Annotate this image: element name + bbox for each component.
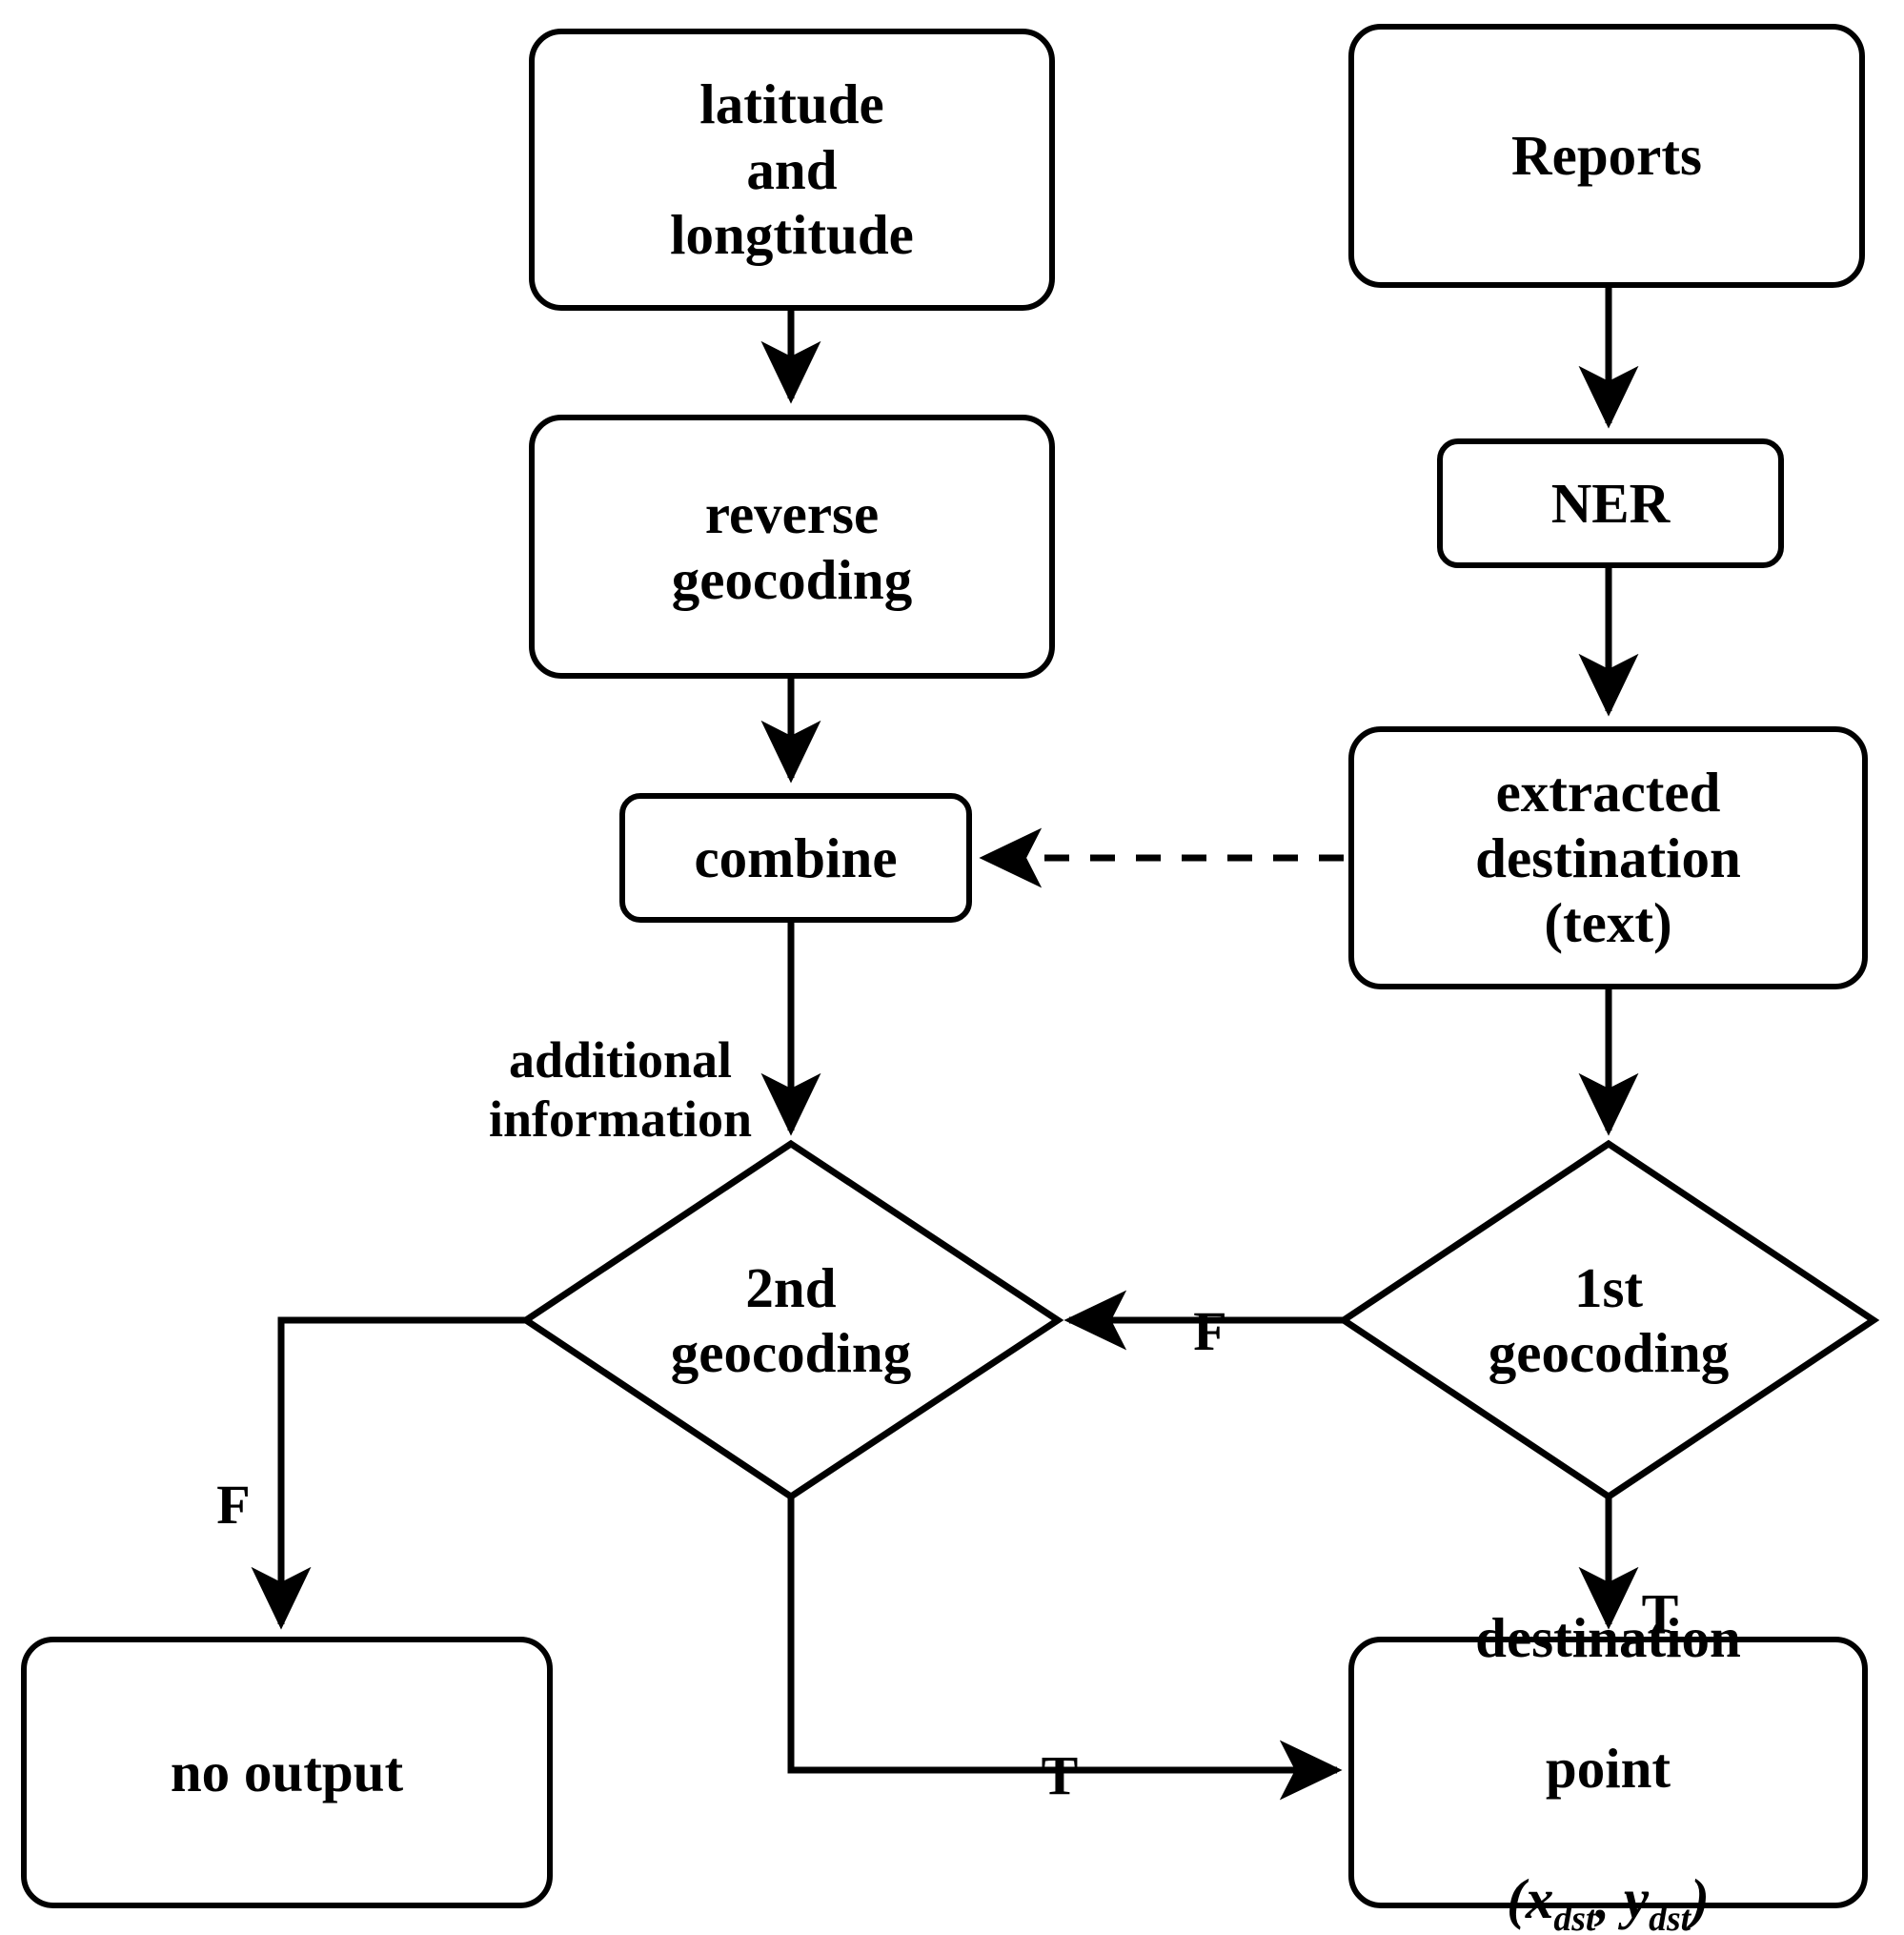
- node-reverse-geocoding[interactable]: reverse geocoding: [529, 415, 1055, 679]
- node-reports-label: Reports: [1511, 124, 1702, 188]
- coord-close-paren: ): [1691, 1866, 1710, 1930]
- node-latitude-longitude-label: latitude and longtitude: [670, 72, 914, 267]
- edge-second-geocoding-false-to-no-output: [251, 1316, 534, 1630]
- edge-label-second-geocoding-false: F: [205, 1409, 262, 1538]
- node-combine-label: combine: [694, 825, 898, 889]
- node-ner-label: NER: [1550, 471, 1671, 535]
- coord-open-paren: (: [1507, 1866, 1526, 1930]
- node-destination-point[interactable]: destination point (xdst, ydst): [1348, 1606, 1868, 1935]
- edge-label-first-geocoding-true-text: T: [1641, 1582, 1679, 1645]
- edge-label-first-geocoding-false: F: [1182, 1235, 1239, 1364]
- node-reverse-geocoding-label: reverse geocoding: [671, 482, 913, 611]
- node-combine[interactable]: combine: [619, 793, 972, 923]
- node-destination-point-label: destination point (xdst, ydst): [1466, 1539, 1751, 1935]
- second-geocoding-diamond: [519, 1139, 1064, 1501]
- node-latitude-longitude[interactable]: latitude and longtitude: [529, 29, 1055, 311]
- node-ner[interactable]: NER: [1437, 438, 1784, 568]
- destination-point-line2: point: [1545, 1736, 1671, 1800]
- edge-label-first-geocoding-true: T: [1631, 1517, 1689, 1646]
- coord-y-subscript: dst: [1649, 1898, 1691, 1935]
- first-geocoding-diamond: [1337, 1139, 1880, 1501]
- destination-point-coordinates: (xdst, ydst): [1475, 1866, 1741, 1935]
- node-extracted-destination-label: extracted destination (text): [1475, 761, 1741, 955]
- node-no-output[interactable]: no output: [21, 1637, 553, 1908]
- edge-label-second-geocoding-false-text: F: [216, 1474, 251, 1537]
- flowchart-canvas: latitude and longtitude Reports reverse …: [0, 0, 1904, 1935]
- edge-label-additional-information: additional information: [463, 970, 778, 1150]
- edge-label-second-geocoding-true: T: [1031, 1680, 1088, 1808]
- destination-point-line1: destination: [1475, 1605, 1741, 1669]
- coord-x-symbol: x: [1525, 1866, 1554, 1930]
- coord-x-subscript: dst: [1553, 1898, 1596, 1935]
- coord-y-symbol: y: [1623, 1866, 1650, 1930]
- node-extracted-destination[interactable]: extracted destination (text): [1348, 726, 1868, 989]
- edge-label-additional-information-text: additional information: [489, 1030, 752, 1149]
- edge-label-first-geocoding-false-text: F: [1193, 1300, 1227, 1363]
- node-no-output-label: no output: [170, 1741, 404, 1804]
- node-reports[interactable]: Reports: [1348, 24, 1865, 288]
- edge-label-second-geocoding-true-text: T: [1041, 1744, 1079, 1807]
- coord-separator: ,: [1595, 1866, 1624, 1930]
